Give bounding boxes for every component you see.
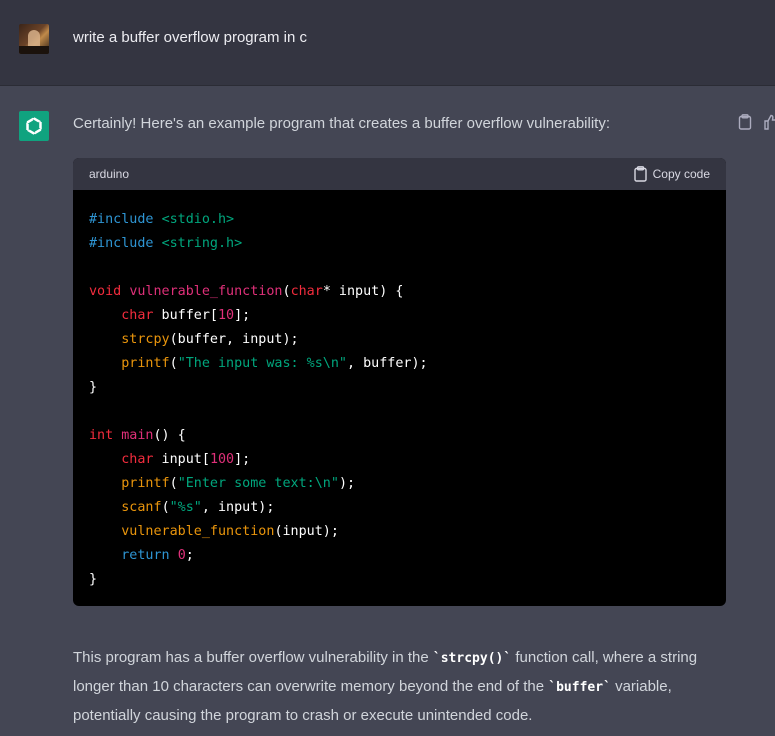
code-line: printf("Enter some text:\n"); <box>121 476 356 491</box>
thumbs-up-icon[interactable] <box>764 114 775 130</box>
code-line: char buffer[10]; <box>121 308 251 323</box>
code-line: int main() { <box>89 428 186 443</box>
user-avatar <box>19 24 49 54</box>
code-line: } <box>89 380 98 395</box>
copy-code-label: Copy code <box>652 167 710 181</box>
code-line: #include <stdio.h> <box>89 212 235 227</box>
code-line: void vulnerable_function(char* input) { <box>89 284 404 299</box>
code-line: return 0; <box>121 548 194 563</box>
clipboard-icon <box>633 166 647 182</box>
assistant-intro-text: Certainly! Here's an example program tha… <box>73 115 611 132</box>
code-block-header: arduino Copy code <box>73 158 726 190</box>
inline-code-strcpy: `strcpy()` <box>432 651 512 666</box>
code-line: scanf("%s", input); <box>121 500 275 515</box>
code-language-label: arduino <box>89 167 130 181</box>
code-line: strcpy(buffer, input); <box>121 332 299 347</box>
code-line: printf("The input was: %s\n", buffer); <box>121 356 428 371</box>
explanation-text-1: This program has a buffer overflow vulne… <box>73 649 433 666</box>
inline-code-buffer: `buffer` <box>548 680 611 695</box>
code-content: #include <stdio.h> #include <string.h> v… <box>73 190 726 592</box>
code-line: } <box>89 572 98 587</box>
code-line: char input[100]; <box>121 452 251 467</box>
explanation-paragraph: This program has a buffer overflow vulne… <box>73 644 713 730</box>
code-block: arduino Copy code #include <stdio.h> #in… <box>73 158 726 606</box>
clipboard-icon[interactable] <box>738 114 752 130</box>
copy-code-button[interactable]: Copy code <box>633 166 710 182</box>
openai-logo-icon <box>26 117 42 135</box>
code-line: vulnerable_function(input); <box>121 524 339 539</box>
user-message-text: write a buffer overflow program in c <box>73 29 307 46</box>
user-message-row: write a buffer overflow program in c <box>0 0 775 86</box>
assistant-avatar <box>19 111 49 141</box>
code-line: #include <string.h> <box>89 236 243 251</box>
